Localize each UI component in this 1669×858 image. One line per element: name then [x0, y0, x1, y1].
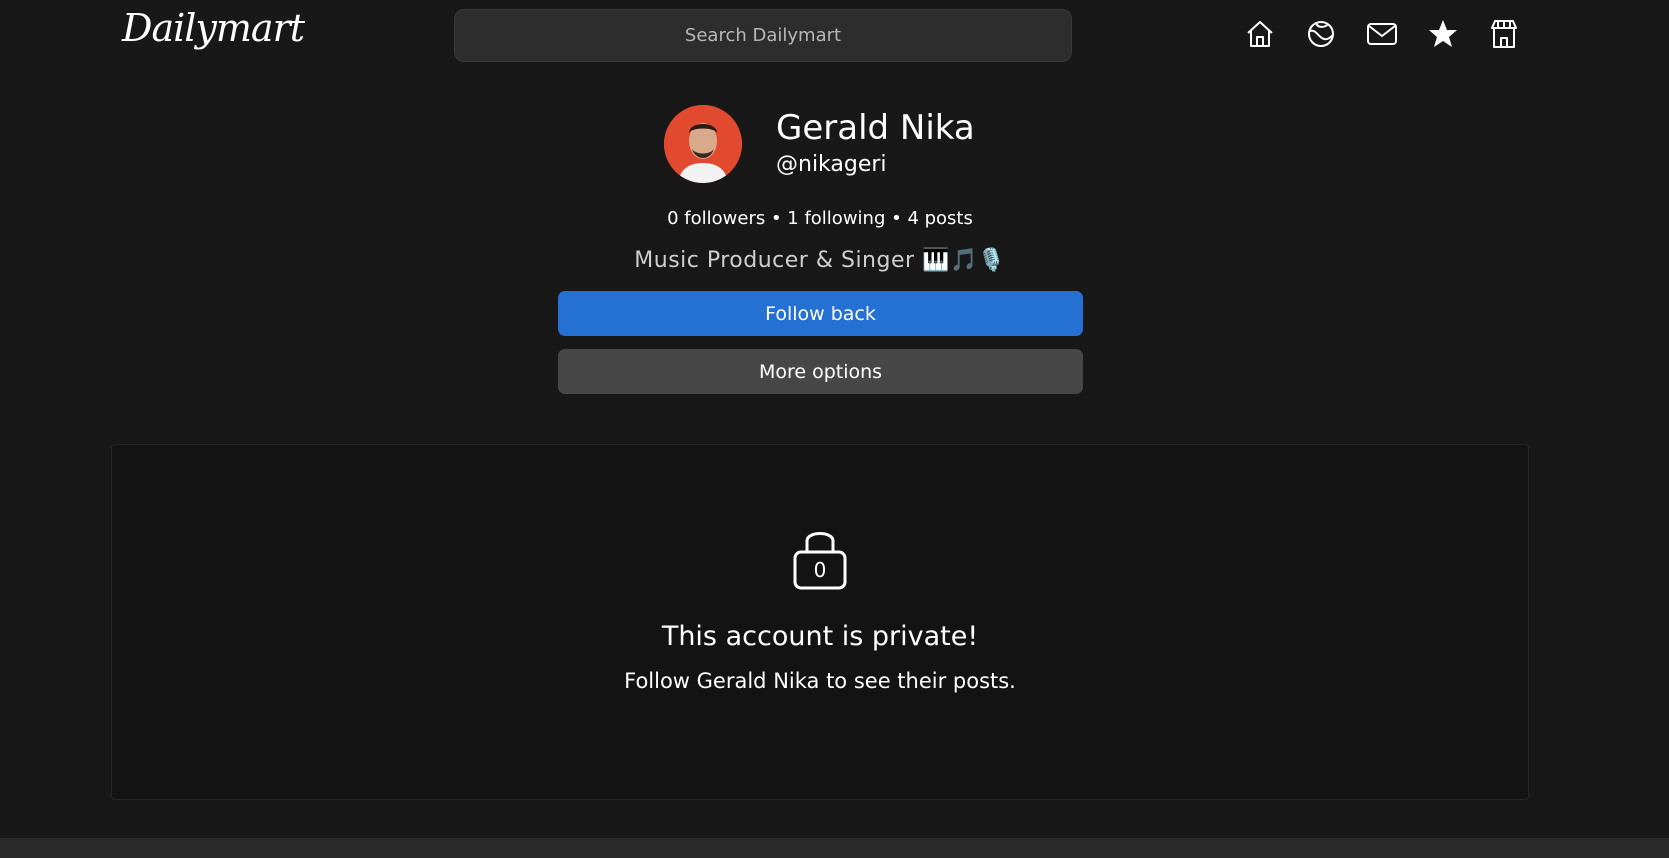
- follow-back-button[interactable]: Follow back: [558, 291, 1083, 336]
- store-icon[interactable]: [1487, 17, 1521, 51]
- avatar[interactable]: [664, 105, 742, 183]
- lock-number: 0: [814, 558, 827, 582]
- profile-bio: Music Producer & Singer 🎹🎵🎙️: [0, 248, 1640, 273]
- top-header: Dailymart: [0, 0, 1669, 72]
- avatar-photo: [664, 105, 742, 183]
- mail-icon[interactable]: [1365, 17, 1399, 51]
- more-options-button[interactable]: More options: [558, 349, 1083, 394]
- private-account-card: 0 This account is private! Follow Gerald…: [111, 444, 1529, 800]
- search-input[interactable]: [454, 9, 1072, 62]
- lock-icon: 0: [793, 532, 847, 590]
- bio-text: Music Producer & Singer: [634, 248, 923, 273]
- dailymart-logo[interactable]: Dailymart: [122, 6, 305, 50]
- private-subtitle: Follow Gerald Nika to see their posts.: [624, 669, 1016, 693]
- profile-handle: @nikageri: [776, 152, 887, 177]
- profile-stats: 0 followers • 1 following • 4 posts: [667, 208, 973, 229]
- private-title: This account is private!: [661, 621, 979, 652]
- profile-name: Gerald Nika: [776, 108, 975, 148]
- explore-icon[interactable]: [1304, 17, 1338, 51]
- bio-emoji: 🎹🎵🎙️: [922, 248, 1006, 273]
- footer-bar: [0, 838, 1669, 858]
- star-icon[interactable]: [1426, 17, 1460, 51]
- home-icon[interactable]: [1243, 17, 1277, 51]
